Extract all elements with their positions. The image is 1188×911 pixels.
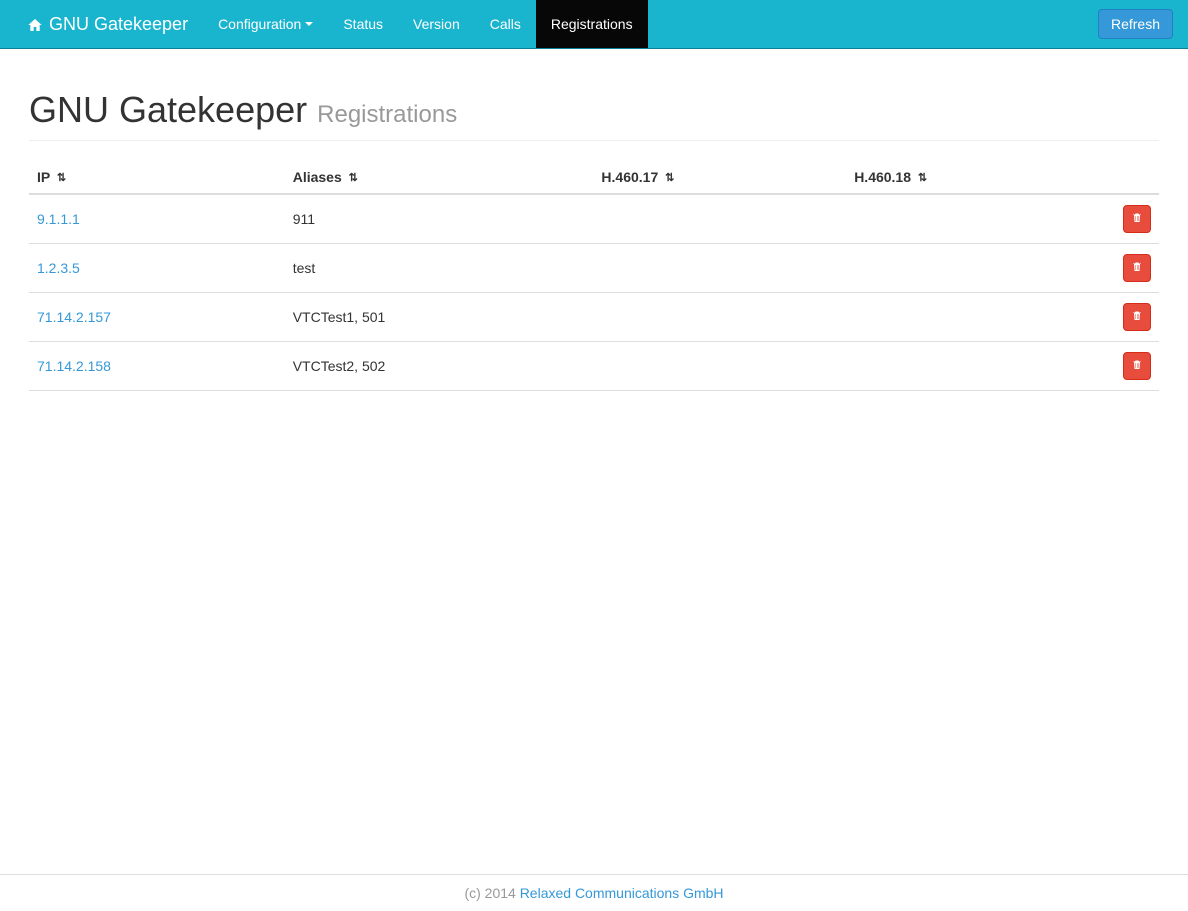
nav-item-label: Configuration	[218, 16, 301, 32]
copyright-text: (c) 2014	[464, 885, 519, 901]
col-ip[interactable]: IP ⇅	[29, 161, 285, 194]
col-h46018[interactable]: H.460.18 ⇅	[846, 161, 1099, 194]
nav-registrations[interactable]: Registrations	[536, 0, 648, 48]
trash-icon	[1131, 358, 1143, 374]
trash-icon	[1131, 309, 1143, 325]
aliases-cell: test	[285, 244, 594, 293]
h46018-cell	[846, 293, 1099, 342]
col-h46017[interactable]: H.460.17 ⇅	[593, 161, 846, 194]
h46017-cell	[593, 342, 846, 391]
chevron-down-icon	[305, 22, 313, 26]
brand-text: GNU Gatekeeper	[49, 14, 188, 35]
sort-icon: ⇅	[57, 171, 66, 184]
registrations-table: IP ⇅ Aliases ⇅ H.460.17 ⇅ H.460.18 ⇅ 9.1…	[29, 161, 1159, 391]
nav-version[interactable]: Version	[398, 0, 475, 48]
page-header: GNU Gatekeeper Registrations	[29, 49, 1159, 141]
h46018-cell	[846, 244, 1099, 293]
table-row: 71.14.2.158 VTCTest2, 502	[29, 342, 1159, 391]
h46017-cell	[593, 293, 846, 342]
main-container: GNU Gatekeeper Registrations IP ⇅ Aliase…	[14, 49, 1174, 874]
col-label: IP	[37, 169, 50, 185]
page-title-text: GNU Gatekeeper	[29, 89, 307, 130]
col-label: Aliases	[293, 169, 342, 185]
footer-link[interactable]: Relaxed Communications GmbH	[520, 885, 724, 901]
navbar: GNU Gatekeeper Configuration Status Vers…	[0, 0, 1188, 49]
delete-button[interactable]	[1123, 254, 1151, 282]
nav-status[interactable]: Status	[328, 0, 398, 48]
sort-icon: ⇅	[918, 171, 927, 184]
h46018-cell	[846, 194, 1099, 244]
sort-icon: ⇅	[665, 171, 674, 184]
ip-link[interactable]: 1.2.3.5	[37, 260, 80, 276]
page-title: GNU Gatekeeper Registrations	[29, 89, 1159, 131]
delete-button[interactable]	[1123, 205, 1151, 233]
col-actions	[1099, 161, 1159, 194]
delete-button[interactable]	[1123, 303, 1151, 331]
brand-link[interactable]: GNU Gatekeeper	[0, 0, 203, 48]
trash-icon	[1131, 260, 1143, 276]
sort-icon: ⇅	[349, 171, 358, 184]
footer: (c) 2014 Relaxed Communications GmbH	[0, 874, 1188, 911]
refresh-button[interactable]: Refresh	[1098, 9, 1173, 39]
col-aliases[interactable]: Aliases ⇅	[285, 161, 594, 194]
col-label: H.460.18	[854, 169, 911, 185]
h46018-cell	[846, 342, 1099, 391]
table-row: 9.1.1.1 911	[29, 194, 1159, 244]
nav-item-label: Registrations	[551, 16, 633, 32]
trash-icon	[1131, 211, 1143, 227]
col-label: H.460.17	[601, 169, 658, 185]
nav-item-label: Calls	[490, 16, 521, 32]
nav-item-label: Status	[343, 16, 383, 32]
table-header-row: IP ⇅ Aliases ⇅ H.460.17 ⇅ H.460.18 ⇅	[29, 161, 1159, 194]
h46017-cell	[593, 244, 846, 293]
nav-right: Refresh	[1098, 0, 1188, 48]
aliases-cell: VTCTest1, 501	[285, 293, 594, 342]
ip-link[interactable]: 71.14.2.157	[37, 309, 111, 325]
ip-link[interactable]: 9.1.1.1	[37, 211, 80, 227]
delete-button[interactable]	[1123, 352, 1151, 380]
nav-left: Configuration Status Version Calls Regis…	[203, 0, 648, 48]
nav-item-label: Version	[413, 16, 460, 32]
aliases-cell: 911	[285, 194, 594, 244]
aliases-cell: VTCTest2, 502	[285, 342, 594, 391]
table-row: 71.14.2.157 VTCTest1, 501	[29, 293, 1159, 342]
nav-configuration[interactable]: Configuration	[203, 0, 328, 48]
ip-link[interactable]: 71.14.2.158	[37, 358, 111, 374]
table-row: 1.2.3.5 test	[29, 244, 1159, 293]
nav-calls[interactable]: Calls	[475, 0, 536, 48]
page-subtitle: Registrations	[317, 101, 457, 128]
h46017-cell	[593, 194, 846, 244]
home-icon	[26, 17, 44, 33]
